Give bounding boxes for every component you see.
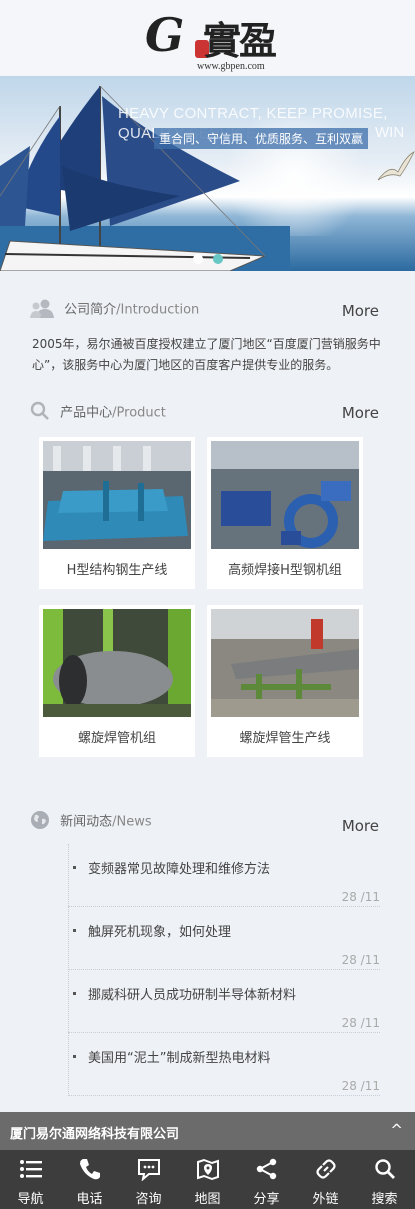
nav-label: 咨询 xyxy=(135,1192,162,1207)
search-icon xyxy=(375,1159,395,1179)
search-icon xyxy=(30,401,50,425)
news-item-date: 28 /11 xyxy=(341,1079,380,1093)
menu-icon xyxy=(20,1160,42,1178)
nav-item-menu[interactable]: 导航 xyxy=(1,1150,60,1209)
slider-dot-1[interactable] xyxy=(193,254,203,264)
logo-letter: G xyxy=(145,8,185,62)
map-icon xyxy=(197,1158,219,1181)
company-name: 厦门易尔通网络科技有限公司 xyxy=(10,1127,180,1142)
product-title: 产品中心 xyxy=(60,405,113,421)
news-list-item[interactable]: 美国用“泥土”制成新型热电材料 28 /11 xyxy=(68,1033,380,1096)
banner-chinese-slogan: 重合同、守信用、优质服务、互利双赢 xyxy=(154,128,369,149)
product-section-title: 产品中心/Product xyxy=(30,401,166,425)
phone-icon xyxy=(80,1159,100,1180)
product-card[interactable]: 高频焊接H型钢机组 xyxy=(207,437,363,589)
footer-bar: 厦门易尔通网络科技有限公司 ^ xyxy=(0,1112,415,1150)
news-item-date: 28 /11 xyxy=(341,890,380,904)
nav-label: 外链 xyxy=(312,1192,339,1207)
logo-url: www.gbpen.com xyxy=(197,61,265,72)
nav-item-chat[interactable]: 咨询 xyxy=(119,1150,178,1209)
bullet-icon xyxy=(73,1055,76,1058)
news-list-item[interactable]: 变频器常见故障处理和维修方法 28 /11 xyxy=(68,844,380,907)
banner-english-slogan-end: WIN xyxy=(375,124,405,141)
news-title-en: /News xyxy=(112,814,152,830)
product-image xyxy=(43,441,191,549)
news-item-title: 美国用“泥土”制成新型热电材料 xyxy=(88,1051,271,1066)
product-caption: H型结构钢生产线 xyxy=(66,563,168,578)
product-card[interactable]: H型结构钢生产线 xyxy=(39,437,195,589)
share-icon xyxy=(256,1158,277,1180)
news-list-item[interactable]: 触屏死机现象，如何处理 28 /11 xyxy=(68,907,380,970)
news-item-title: 变频器常见故障处理和维修方法 xyxy=(88,862,271,877)
news-item-date: 28 /11 xyxy=(341,953,380,967)
intro-section-title: 公司简介/Introduction xyxy=(30,298,199,322)
product-image xyxy=(211,609,359,717)
product-image xyxy=(43,609,191,717)
logo[interactable]: G 實盈 www.gbpen.com xyxy=(145,6,277,74)
header: G 實盈 www.gbpen.com xyxy=(0,0,415,76)
nav-item-search[interactable]: 搜索 xyxy=(355,1150,414,1209)
product-caption: 螺旋焊管生产线 xyxy=(239,731,331,746)
product-title-en: /Product xyxy=(112,405,166,421)
product-card[interactable]: 螺旋焊管机组 xyxy=(39,605,195,757)
slider-dot-2[interactable] xyxy=(213,254,223,264)
product-image xyxy=(211,441,359,549)
nav-item-map[interactable]: 地图 xyxy=(178,1150,237,1209)
news-list-item[interactable]: 挪威科研人员成功研制半导体新材料 28 /11 xyxy=(68,970,380,1033)
nav-item-link[interactable]: 外链 xyxy=(296,1150,355,1209)
bullet-icon xyxy=(73,866,76,869)
news-title: 新闻动态 xyxy=(60,814,113,830)
nav-item-phone[interactable]: 电话 xyxy=(60,1150,119,1209)
intro-title-en: /Introduction xyxy=(116,302,200,318)
bullet-icon xyxy=(73,992,76,995)
intro-more-link[interactable]: More xyxy=(342,302,379,320)
news-section-title: 新闻动态/News xyxy=(30,810,152,834)
bullet-icon xyxy=(73,929,76,932)
banner-slider[interactable]: HEAVY CONTRACT, KEEP PROMISE, QUALITY SE… xyxy=(0,76,415,271)
nav-label: 搜索 xyxy=(371,1192,398,1207)
news-item-date: 28 /11 xyxy=(341,1016,380,1030)
intro-text: 2005年，易尔通被百度授权建立了厦门地区“百度厦门营销服务中心”，该服务中心为… xyxy=(32,337,381,372)
seagull-image xyxy=(377,151,415,181)
nav-item-share[interactable]: 分享 xyxy=(237,1150,296,1209)
intro-title: 公司简介 xyxy=(64,302,117,318)
back-to-top-button[interactable]: ^ xyxy=(390,1121,403,1139)
nav-label: 导航 xyxy=(17,1192,44,1207)
product-more-link[interactable]: More xyxy=(342,404,379,422)
chat-icon xyxy=(138,1159,160,1181)
product-caption: 高频焊接H型钢机组 xyxy=(228,563,342,578)
nav-label: 分享 xyxy=(253,1192,280,1207)
product-caption: 螺旋焊管机组 xyxy=(77,731,156,746)
nav-label: 地图 xyxy=(194,1192,221,1207)
news-item-title: 触屏死机现象，如何处理 xyxy=(88,925,232,940)
product-card[interactable]: 螺旋焊管生产线 xyxy=(207,605,363,757)
news-item-title: 挪威科研人员成功研制半导体新材料 xyxy=(88,988,297,1003)
link-icon xyxy=(316,1159,336,1179)
logo-chinese: 實盈 xyxy=(203,18,277,63)
globe-icon xyxy=(30,810,50,834)
nav-label: 电话 xyxy=(76,1192,103,1207)
news-more-link[interactable]: More xyxy=(342,817,379,835)
bottom-nav: 导航 电话 咨询 地图 分享 外链 搜索 xyxy=(0,1150,415,1209)
users-icon xyxy=(30,298,54,322)
